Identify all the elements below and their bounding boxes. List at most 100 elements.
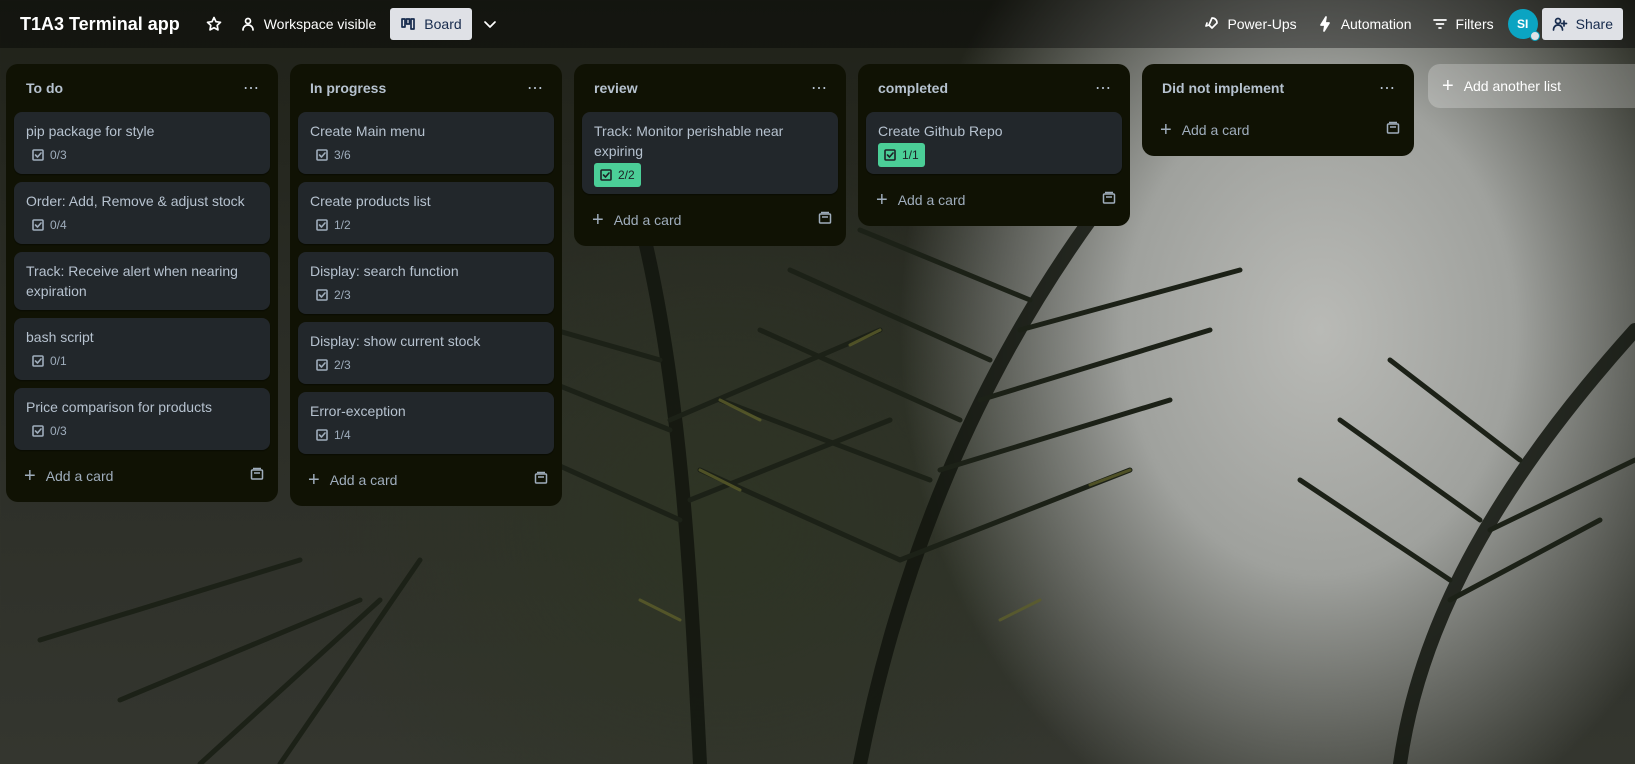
- card[interactable]: Track: Monitor perishable near expiring …: [582, 112, 838, 194]
- board-title[interactable]: T1A3 Terminal app: [20, 14, 180, 35]
- card-template-button[interactable]: [1386, 121, 1400, 140]
- card[interactable]: Display: show current stock 2/3: [298, 322, 554, 384]
- star-button[interactable]: [198, 8, 230, 40]
- plus-icon: +: [24, 465, 36, 487]
- add-card-label: Add a card: [897, 192, 966, 208]
- list-to-do: To do ⋯ pip package for style 0/3 Order:…: [6, 64, 278, 502]
- card[interactable]: Track: Receive alert when nearing expira…: [14, 252, 270, 310]
- list-title[interactable]: Did not implement: [1162, 80, 1284, 96]
- plus-icon: +: [1442, 75, 1454, 97]
- card-template-button[interactable]: [250, 467, 264, 486]
- add-card-button[interactable]: + Add a card: [1160, 120, 1249, 140]
- admin-badge: [1529, 31, 1540, 41]
- card-title: Display: show current stock: [310, 333, 481, 349]
- view-switcher-button[interactable]: [472, 8, 508, 40]
- card-template-button[interactable]: [818, 211, 832, 230]
- checklist-icon: [32, 355, 44, 367]
- list-title[interactable]: review: [594, 80, 638, 96]
- list-header: To do ⋯: [14, 64, 270, 112]
- people-icon: [241, 17, 254, 31]
- list-title[interactable]: In progress: [310, 80, 386, 96]
- filter-icon: [1432, 19, 1447, 29]
- add-card-button[interactable]: + Add a card: [592, 210, 681, 230]
- power-ups-button[interactable]: Power-Ups: [1193, 8, 1306, 40]
- card-title: Display: search function: [310, 263, 459, 279]
- card[interactable]: Create products list 1/2: [298, 182, 554, 244]
- checklist-icon: [316, 219, 328, 231]
- add-card-row: + Add a card: [298, 462, 554, 498]
- card[interactable]: bash script 0/1: [14, 318, 270, 380]
- checklist-icon: [884, 149, 896, 161]
- card[interactable]: pip package for style 0/3: [14, 112, 270, 174]
- member-avatar[interactable]: SI: [1507, 9, 1540, 41]
- add-list-button[interactable]: + Add another list: [1428, 64, 1635, 108]
- add-card-row: + Add a card: [1150, 112, 1406, 148]
- add-card-button[interactable]: + Add a card: [876, 190, 965, 210]
- card-template-icon: [818, 211, 832, 224]
- card-title: Track: Monitor perishable near expiring: [594, 123, 784, 159]
- checklist-count: 0/3: [50, 424, 67, 438]
- checklist-badge: 2/3: [310, 283, 357, 307]
- add-card-row: + Add a card: [866, 182, 1122, 218]
- add-card-row: + Add a card: [582, 202, 838, 238]
- list-menu-button[interactable]: ⋯: [805, 74, 834, 102]
- list-title[interactable]: To do: [26, 80, 63, 96]
- lightning-icon: [1319, 16, 1330, 32]
- card[interactable]: Error-exception 1/4: [298, 392, 554, 454]
- automation-label: Automation: [1340, 16, 1412, 32]
- card-template-icon: [534, 471, 548, 484]
- checklist-count: 0/4: [50, 218, 67, 232]
- checklist-badge: 0/1: [26, 349, 73, 373]
- list-did-not-implement: Did not implement ⋯ + Add a card: [1142, 64, 1414, 156]
- checklist-badge: 0/3: [26, 419, 73, 443]
- card-template-icon: [1386, 121, 1400, 134]
- add-card-label: Add a card: [613, 212, 682, 228]
- list-menu-button[interactable]: ⋯: [521, 74, 550, 102]
- card[interactable]: Order: Add, Remove & adjust stock 0/4: [14, 182, 270, 244]
- share-button[interactable]: Share: [1541, 8, 1623, 40]
- checklist-badge: 0/4: [26, 213, 73, 237]
- board-view-button[interactable]: Board: [390, 8, 472, 40]
- add-card-row: + Add a card: [14, 458, 270, 494]
- checklist-badge: 1/2: [310, 213, 357, 237]
- card-title: Error-exception: [310, 403, 406, 419]
- add-list-label: Add another list: [1463, 78, 1561, 94]
- checklist-count: 1/4: [334, 428, 351, 442]
- checklist-badge: 2/3: [310, 353, 357, 377]
- list-menu-button[interactable]: ⋯: [1373, 74, 1402, 102]
- plus-icon: +: [592, 209, 604, 231]
- filters-button[interactable]: Filters: [1422, 8, 1504, 40]
- list-header: review ⋯: [582, 64, 838, 112]
- card-title: Order: Add, Remove & adjust stock: [26, 193, 245, 209]
- card[interactable]: Create Main menu 3/6: [298, 112, 554, 174]
- rocket-icon: [1205, 17, 1219, 29]
- list-title[interactable]: completed: [878, 80, 948, 96]
- plus-icon: +: [308, 469, 320, 491]
- card-template-button[interactable]: [1102, 191, 1116, 210]
- card-title: bash script: [26, 329, 94, 345]
- card-title: Track: Receive alert when nearing expira…: [26, 263, 238, 299]
- power-ups-label: Power-Ups: [1227, 16, 1297, 32]
- automation-button[interactable]: Automation: [1307, 8, 1422, 40]
- list-menu-button[interactable]: ⋯: [1089, 74, 1118, 102]
- checklist-icon: [316, 149, 328, 161]
- checklist-count: 2/3: [334, 358, 351, 372]
- add-card-button[interactable]: + Add a card: [24, 466, 113, 486]
- card[interactable]: Price comparison for products 0/3: [14, 388, 270, 450]
- list-menu-button[interactable]: ⋯: [237, 74, 266, 102]
- add-card-button[interactable]: + Add a card: [308, 470, 397, 490]
- card[interactable]: Create Github Repo 1/1: [866, 112, 1122, 174]
- checklist-icon: [32, 425, 44, 437]
- filters-label: Filters: [1455, 16, 1494, 32]
- card-template-icon: [250, 467, 264, 480]
- star-icon: [206, 16, 222, 31]
- card[interactable]: Display: search function 2/3: [298, 252, 554, 314]
- card-template-button[interactable]: [534, 471, 548, 490]
- list-review: review ⋯ Track: Monitor perishable near …: [574, 64, 846, 246]
- card-title: Create Main menu: [310, 123, 426, 139]
- checklist-count: 1/2: [334, 218, 351, 232]
- add-card-label: Add a card: [329, 472, 398, 488]
- checklist-count: 0/1: [50, 354, 67, 368]
- visibility-button[interactable]: Workspace visible: [230, 8, 387, 40]
- share-label: Share: [1575, 16, 1613, 32]
